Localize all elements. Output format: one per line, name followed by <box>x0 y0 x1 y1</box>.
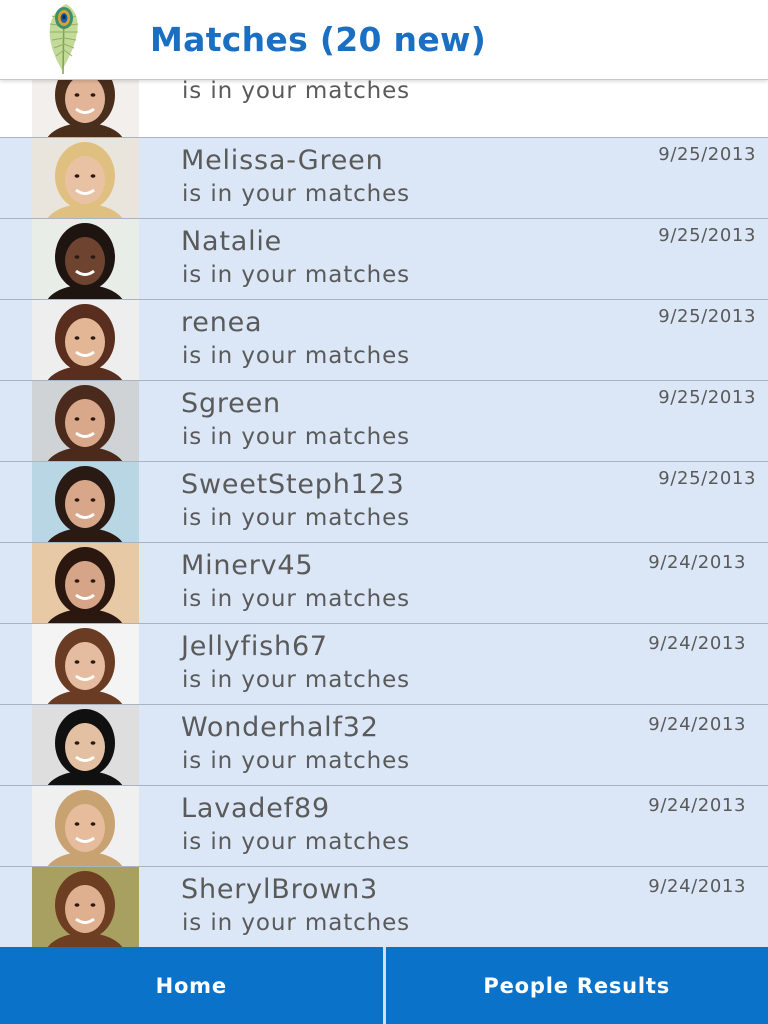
match-date: 9/24/2013 <box>648 714 746 735</box>
page-title: Matches (20 new) <box>150 20 487 59</box>
profile-photo[interactable] <box>32 300 139 380</box>
profile-photo[interactable] <box>32 80 139 137</box>
match-name[interactable]: SherylBrown3 <box>181 874 378 905</box>
match-name[interactable]: Lavadef89 <box>181 793 330 824</box>
match-row[interactable]: Minerv45 is in your matches 9/24/2013 <box>0 543 768 624</box>
match-status: is in your matches <box>182 910 411 936</box>
match-status: is in your matches <box>182 829 411 855</box>
match-status: is in your matches <box>182 80 411 104</box>
avatar-image <box>32 462 139 542</box>
match-name[interactable]: Wonderhalf32 <box>181 712 379 743</box>
avatar-image <box>32 543 139 623</box>
match-name[interactable]: Natalie <box>181 226 282 257</box>
match-row[interactable]: Melissa-Green is in your matches 9/25/2013 <box>0 138 768 219</box>
bottom-nav: Home People Results <box>0 947 768 1024</box>
profile-photo[interactable] <box>32 867 139 947</box>
match-row[interactable]: Wonderhalf32 is in your matches 9/24/2013 <box>0 705 768 786</box>
match-date: 9/24/2013 <box>648 795 746 816</box>
match-row[interactable]: SweetSteph123 is in your matches 9/25/2013 <box>0 462 768 543</box>
match-name[interactable]: Sgreen <box>181 388 281 419</box>
match-row[interactable]: Lavadef89 is in your matches 9/24/2013 <box>0 786 768 867</box>
profile-photo[interactable] <box>32 138 139 218</box>
match-row[interactable]: Natalie is in your matches 9/25/2013 <box>0 219 768 300</box>
match-status: is in your matches <box>182 586 411 612</box>
match-date: 9/24/2013 <box>648 633 746 654</box>
match-date: 9/25/2013 <box>658 468 756 489</box>
avatar-image <box>32 80 139 137</box>
avatar-image <box>32 381 139 461</box>
match-name[interactable]: renea <box>181 307 262 338</box>
match-date: 9/25/2013 <box>658 387 756 408</box>
app-header: Matches (20 new) <box>0 0 768 80</box>
avatar-image <box>32 300 139 380</box>
profile-photo[interactable] <box>32 624 139 704</box>
match-status: is in your matches <box>182 343 411 369</box>
match-status: is in your matches <box>182 748 411 774</box>
match-row[interactable]: SherylBrown3 is in your matches 9/24/2013 <box>0 867 768 947</box>
match-status: is in your matches <box>182 667 411 693</box>
match-name[interactable]: Minerv45 <box>181 550 313 581</box>
profile-photo[interactable] <box>32 543 139 623</box>
match-status: is in your matches <box>182 262 411 288</box>
match-date: 9/25/2013 <box>658 306 756 327</box>
match-status: is in your matches <box>182 181 411 207</box>
match-date: 9/24/2013 <box>648 552 746 573</box>
match-date: 9/25/2013 <box>658 225 756 246</box>
avatar-image <box>32 867 139 947</box>
match-name[interactable]: SweetSteph123 <box>181 469 405 500</box>
matches-list[interactable]: Clutchgirl25is in your matchesMelissa-Gr… <box>0 80 768 947</box>
profile-photo[interactable] <box>32 219 139 299</box>
avatar-image <box>32 705 139 785</box>
match-date: 9/24/2013 <box>648 876 746 897</box>
home-button[interactable]: Home <box>0 947 383 1024</box>
profile-photo[interactable] <box>32 786 139 866</box>
match-name[interactable]: Jellyfish67 <box>181 631 328 662</box>
match-row[interactable]: Clutchgirl25is in your matches <box>0 80 768 138</box>
profile-photo[interactable] <box>32 381 139 461</box>
avatar-image <box>32 219 139 299</box>
avatar-image <box>32 624 139 704</box>
match-status: is in your matches <box>182 424 411 450</box>
match-row[interactable]: Jellyfish67 is in your matches 9/24/2013 <box>0 624 768 705</box>
profile-photo[interactable] <box>32 705 139 785</box>
avatar-image <box>32 786 139 866</box>
people-results-button[interactable]: People Results <box>386 947 768 1024</box>
match-row[interactable]: renea is in your matches 9/25/2013 <box>0 300 768 381</box>
match-date: 9/25/2013 <box>658 144 756 165</box>
match-row[interactable]: Sgreen is in your matches 9/25/2013 <box>0 381 768 462</box>
avatar-image <box>32 138 139 218</box>
profile-photo[interactable] <box>32 462 139 542</box>
peacock-feather-icon <box>49 4 79 75</box>
match-name[interactable]: Melissa-Green <box>181 145 384 176</box>
match-status: is in your matches <box>182 505 411 531</box>
